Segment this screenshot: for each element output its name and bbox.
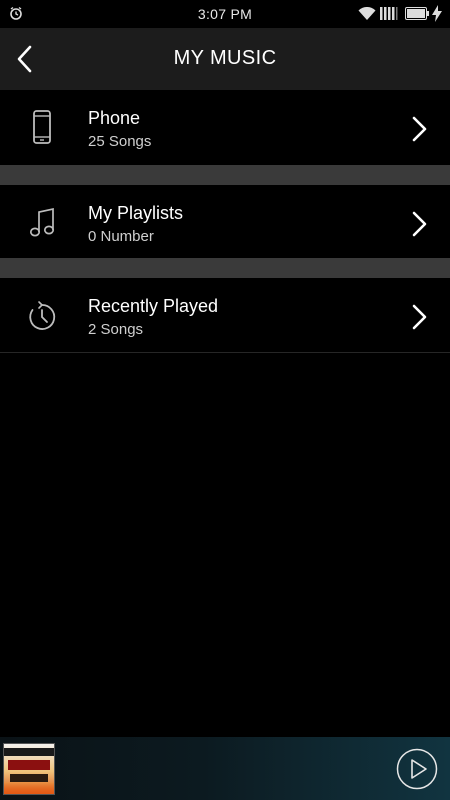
charging-icon (432, 5, 442, 22)
play-icon (396, 748, 438, 790)
item-title: Phone (88, 108, 141, 128)
item-subtitle: 0 Number (88, 228, 154, 245)
section-separator (0, 165, 450, 185)
battery-icon (405, 7, 429, 20)
signal-icon (380, 7, 398, 20)
wifi-icon (358, 7, 376, 20)
clock-icon (29, 301, 56, 330)
phone-icon (33, 110, 51, 144)
chevron-right-icon (412, 211, 427, 237)
page-title: MY MUSIC (173, 47, 277, 69)
app-header: MY MUSIC (0, 28, 450, 90)
chevron-right-icon (412, 116, 427, 142)
list-item-phone[interactable]: Phone 25 Songs (0, 90, 450, 165)
music-note-icon (29, 207, 55, 237)
play-button[interactable] (396, 748, 438, 790)
item-subtitle: 2 Songs (88, 321, 144, 338)
list-item-recently-played[interactable]: Recently Played 2 Songs (0, 278, 450, 352)
album-art-thumbnail[interactable] (3, 743, 55, 795)
section-separator (0, 258, 450, 278)
chevron-right-icon (412, 304, 427, 330)
status-bar: 3:07 PM (0, 0, 450, 28)
list-divider (0, 352, 450, 353)
item-subtitle: 25 Songs (88, 133, 152, 150)
item-title: My Playlists (88, 203, 184, 223)
mini-player (0, 737, 450, 800)
item-title: Recently Played (88, 296, 219, 316)
list-item-playlists[interactable]: My Playlists 0 Number (0, 185, 450, 258)
